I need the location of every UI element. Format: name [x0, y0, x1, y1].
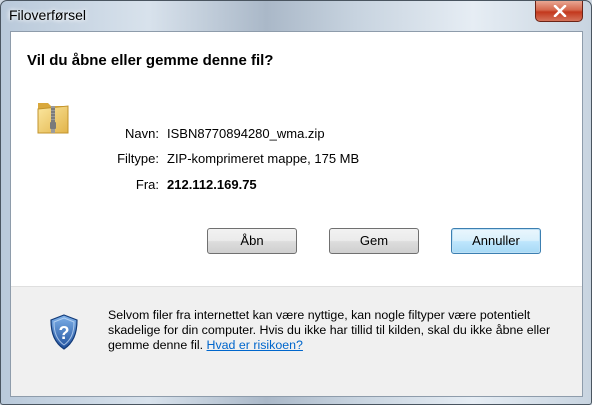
window-title: Filoverførsel: [9, 7, 87, 23]
file-type-row: Filtype: ZIP-komprimeret mappe, 175 MB: [79, 151, 559, 169]
security-warning-text: Selvom filer fra internettet kan være ny…: [108, 308, 568, 353]
zip-folder-icon: [37, 103, 69, 134]
close-icon: [553, 5, 567, 17]
svg-text:?: ?: [59, 323, 70, 343]
open-button[interactable]: Åbn: [207, 228, 297, 254]
file-name-row: Navn: ISBN8770894280_wma.zip: [79, 126, 559, 144]
file-source-value: 212.112.169.75: [167, 177, 257, 192]
file-name-value: ISBN8770894280_wma.zip: [167, 126, 325, 141]
title-bar[interactable]: Filoverførsel: [1, 1, 591, 31]
security-warning-area: ? Selvom filer fra internettet kan være …: [11, 287, 582, 396]
risk-info-link[interactable]: Hvad er risikoen?: [207, 338, 303, 352]
warning-message: Selvom filer fra internettet kan være ny…: [108, 308, 551, 352]
file-download-dialog: Filoverførsel Vil du åbne eller gemme de…: [0, 0, 592, 405]
dialog-heading: Vil du åbne eller gemme denne fil?: [27, 52, 274, 69]
cancel-button[interactable]: Annuller: [451, 228, 541, 254]
save-button[interactable]: Gem: [329, 228, 419, 254]
close-button[interactable]: [535, 1, 583, 22]
security-shield-icon: ?: [50, 314, 78, 350]
file-name-label: Navn:: [125, 126, 159, 141]
file-type-label: Filtype:: [117, 151, 159, 166]
file-source-label: Fra:: [135, 177, 159, 192]
dialog-content: Vil du åbne eller gemme denne fil? Navn:…: [10, 31, 583, 397]
file-type-value: ZIP-komprimeret mappe, 175 MB: [167, 151, 360, 166]
file-source-row: Fra: 212.112.169.75: [79, 177, 559, 195]
